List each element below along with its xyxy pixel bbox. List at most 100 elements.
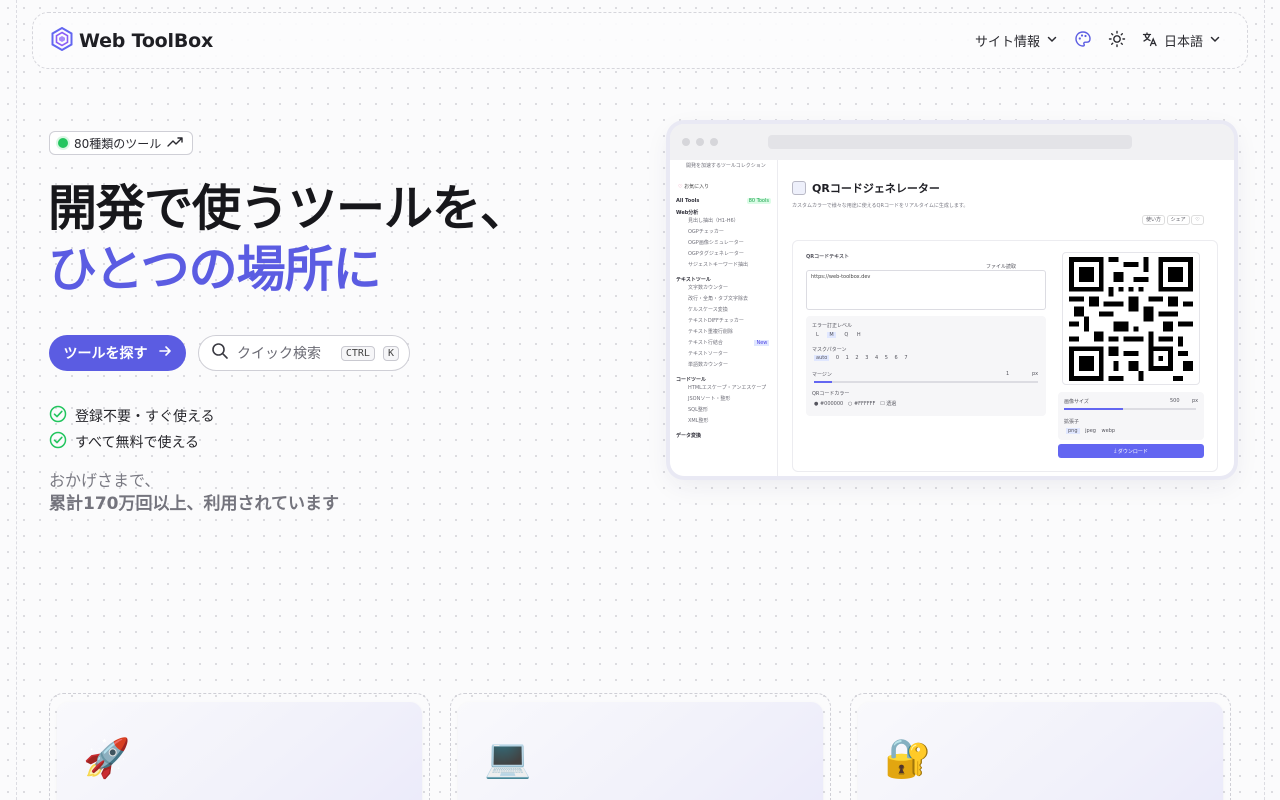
lock-with-key-icon: 🔐 — [884, 736, 932, 780]
quick-search-label: クイック検索 — [237, 346, 321, 362]
window-dot — [682, 138, 690, 146]
checklist-item: 登録不要・すぐ使える — [49, 403, 215, 429]
preview-item: 単語数カウンター — [688, 362, 729, 368]
translate-icon — [1142, 31, 1158, 51]
site-header: Web ToolBox サイト情報 日本語 — [32, 12, 1248, 69]
palette-icon — [1074, 30, 1092, 52]
preview-item: テキストDIFFチェッカー — [688, 318, 744, 324]
laptop-icon: 💻 — [484, 736, 532, 780]
preview-item: テキスト重複行削除 — [688, 329, 733, 335]
preview-address-bar — [768, 135, 1132, 149]
feature-card-body: 🔐 — [858, 702, 1223, 800]
preview-sidebar: 開発を加速するツールコレクション ♡ お気に入り All Tools 80 To… — [670, 160, 778, 476]
shortcut-key-k: K — [382, 345, 399, 361]
page-frame-right — [1264, 0, 1265, 800]
qr-code-icon — [792, 181, 806, 195]
checklist-text: すべて無料で使える — [75, 435, 200, 451]
window-dot — [696, 138, 704, 146]
chevron-down-icon — [1046, 33, 1058, 49]
preview-page-desc: カスタムカラーで様々な用途に使えるQRコードをリアルタイムに生成します。 — [792, 203, 969, 209]
preview-item: ケルスケース変換 — [688, 307, 728, 313]
preview-item: OGPチェッカー — [688, 229, 724, 235]
app-preview-window: 開発を加速するツールコレクション ♡ お気に入り All Tools 80 To… — [670, 124, 1234, 476]
usage-stats-line2: 累計170万回以上、利用されています — [49, 494, 339, 514]
find-tools-label: ツールを探す — [63, 346, 148, 362]
preview-section: コードツール — [676, 377, 707, 383]
preview-item: SQL整形 — [688, 407, 708, 413]
feature-card-body: 🚀 — [57, 702, 422, 800]
preview-margin-slider — [814, 381, 1038, 383]
preview-page-title: QRコードジェネレーター — [792, 180, 1222, 196]
preview-input-label: QRコードテキスト — [806, 254, 849, 260]
preview-section: テキストツール — [676, 277, 711, 283]
preview-file-read: ファイル読取 — [986, 264, 1017, 270]
page-frame-left — [16, 0, 17, 800]
usage-stats-line1: おかげさまで、 — [49, 471, 161, 490]
quick-search-button[interactable]: クイック検索 CTRL K — [198, 335, 410, 371]
feature-checklist: 登録不要・すぐ使える すべて無料で使える — [49, 403, 215, 455]
sun-icon — [1108, 30, 1126, 52]
preview-item: 見出し抽出（H1-H6） — [688, 218, 739, 224]
check-circle-icon — [49, 405, 67, 427]
check-circle-icon — [49, 431, 67, 453]
rocket-icon: 🚀 — [83, 736, 131, 780]
preview-all-tools: All Tools 80 Tools — [676, 198, 771, 204]
feature-card-body: 💻 — [458, 702, 823, 800]
preview-sidebar-tagline: 開発を加速するツールコレクション — [686, 163, 766, 169]
brand-name: Web ToolBox — [79, 29, 214, 52]
preview-share-row: 使い方 シェア ♡ — [1142, 215, 1204, 225]
feature-card: 🔐 — [850, 693, 1231, 800]
find-tools-button[interactable]: ツールを探す — [49, 335, 186, 371]
chevron-down-icon — [1209, 33, 1221, 49]
preview-text-input: https://web-toolbox.dev — [806, 270, 1046, 310]
tool-count-label: 80種類のツール — [74, 136, 162, 151]
site-info-label: サイト情報 — [974, 35, 1040, 50]
search-icon — [211, 342, 229, 364]
preview-item: 文字数カウンター — [688, 285, 729, 291]
preview-item: 改行・全角・タブ文字除去 — [688, 296, 749, 302]
usage-stats: おかげさまで、 累計170万回以上、利用されています — [49, 470, 339, 516]
preview-options-panel: エラー訂正レベル L M Q H マスクパターン auto 0 1 2 3 4 … — [806, 316, 1046, 416]
brand-link[interactable]: Web ToolBox — [51, 26, 214, 55]
theme-toggle-button[interactable] — [1100, 26, 1134, 56]
theme-color-button[interactable] — [1066, 26, 1100, 56]
hero-title-line2: ひとつの場所に — [48, 241, 382, 298]
hexagon-logo-icon — [51, 26, 73, 55]
language-menu[interactable]: 日本語 — [1134, 25, 1229, 57]
status-dot — [58, 138, 68, 148]
preview-size-slider — [1064, 408, 1196, 410]
window-dot — [710, 138, 718, 146]
preview-item: テキスト行結合 New — [688, 340, 770, 346]
preview-item: XML整形 — [688, 418, 709, 424]
arrow-right-icon — [158, 344, 172, 362]
preview-section: データ変換 — [676, 433, 702, 439]
checklist-item: すべて無料で使える — [49, 429, 215, 455]
preview-favorites: ♡ お気に入り — [678, 184, 710, 190]
preview-mask-values: auto 0 1 2 3 4 5 6 7 — [814, 355, 908, 361]
feature-card: 💻 — [450, 693, 831, 800]
preview-color-row: ● #000000 ○ #FFFFFF ☐ 透過 — [814, 401, 897, 407]
preview-export-panel: 画像サイズ 500 px 拡張子 png jpeg webp — [1058, 392, 1204, 440]
preview-item: HTMLエスケープ・アンエスケープ — [688, 385, 767, 391]
header-nav: サイト情報 日本語 — [967, 25, 1229, 57]
preview-download-button: ⤓ ダウンロード — [1058, 444, 1204, 458]
trending-up-icon — [167, 136, 183, 151]
shortcut-key-ctrl: CTRL — [340, 345, 375, 361]
preview-item: OGPタグジェネレーター — [688, 251, 744, 257]
feature-card: 🚀 — [49, 693, 430, 800]
preview-formats: png jpeg webp — [1066, 428, 1116, 434]
preview-titlebar — [670, 124, 1234, 160]
site-info-menu[interactable]: サイト情報 — [967, 25, 1066, 56]
hero-title-line1: 開発で使うツールを、 — [48, 180, 529, 237]
language-label: 日本語 — [1163, 35, 1203, 50]
preview-body: 開発を加速するツールコレクション ♡ お気に入り All Tools 80 To… — [670, 160, 1234, 476]
preview-item: JSONソート・整形 — [688, 396, 731, 402]
preview-item: OGP画像シミュレーター — [688, 240, 744, 246]
preview-qr-image — [1062, 252, 1200, 385]
hero-title: 開発で使うツールを、 ひとつの場所に — [48, 178, 608, 300]
preview-item: テキストソーター — [688, 351, 728, 357]
preview-error-levels: L M Q H — [816, 332, 861, 338]
checklist-text: 登録不要・すぐ使える — [75, 409, 215, 425]
preview-section: Web分析 — [676, 210, 699, 216]
preview-item: サジェストキーワード抽出 — [688, 262, 749, 268]
